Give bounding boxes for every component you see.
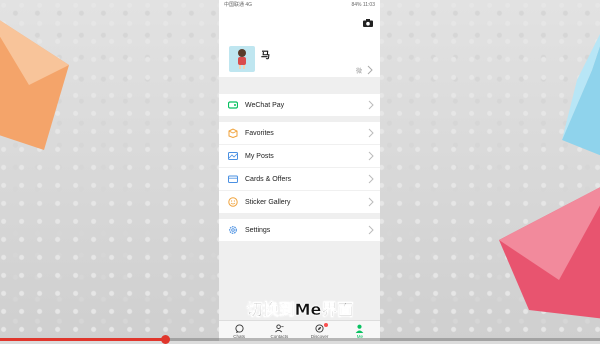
avatar[interactable] — [229, 46, 255, 72]
chevron-right-icon — [367, 65, 373, 75]
menu-item-label: Sticker Gallery — [245, 198, 291, 206]
menu-item-sticker-gallery[interactable]: Sticker Gallery — [219, 191, 380, 213]
chevron-right-icon — [368, 225, 374, 235]
settings-group: Settings — [219, 219, 380, 241]
notification-dot — [323, 322, 328, 327]
decorative-paper-orange — [0, 20, 69, 150]
menu-item-label: Settings — [245, 226, 271, 234]
me-icon — [356, 324, 364, 333]
avatar-figure-icon — [238, 49, 246, 69]
my-posts-icon — [227, 150, 239, 162]
decorative-paper-pink — [499, 187, 600, 319]
menu-item-cards-offers[interactable]: Cards & Offers — [219, 168, 380, 191]
menu-item-label: WeChat Pay — [245, 101, 285, 109]
video-progress-knob[interactable] — [160, 335, 170, 344]
menu-item-label: My Posts — [245, 152, 274, 160]
gear-icon — [227, 224, 239, 236]
menu-item-label: Cards & Offers — [245, 175, 292, 183]
menu-item-label: Favorites — [245, 129, 274, 137]
sticker-gallery-icon — [227, 196, 239, 208]
status-bar: 中国联通 4G 84% 11:03 — [219, 0, 380, 9]
chevron-right-icon — [368, 128, 374, 138]
menu-item-settings[interactable]: Settings — [219, 219, 380, 241]
chevron-right-icon — [368, 174, 374, 184]
contacts-icon — [274, 323, 284, 332]
carrier-text: 中国联通 4G — [224, 2, 253, 8]
menu-item-favorites[interactable]: Favorites — [219, 122, 380, 145]
menu-item-my-posts[interactable]: My Posts — [219, 145, 380, 168]
video-caption: 切换到Me界面 — [246, 300, 354, 320]
profile-name: 马 — [261, 50, 271, 60]
menu-item-wechat-pay[interactable]: WeChat Pay — [219, 94, 380, 116]
chevron-right-icon — [368, 197, 374, 207]
chevron-right-icon — [368, 100, 374, 110]
tab-contacts[interactable]: Contacts — [261, 323, 297, 339]
profile-header[interactable]: 马 微 — [219, 9, 380, 77]
phone-screen: 中国联通 4G 84% 11:03 马 微 WeChat Pay Favorit… — [219, 0, 380, 341]
wechat-pay-icon — [227, 99, 239, 111]
decorative-paper-blue — [562, 34, 600, 156]
chevron-right-icon — [368, 151, 374, 161]
features-group: Favorites My Posts Cards & Offers Sticke… — [219, 122, 380, 213]
tab-me[interactable]: Me — [342, 324, 378, 339]
camera-icon[interactable] — [363, 19, 373, 27]
favorites-icon — [227, 127, 239, 139]
tab-discover[interactable]: Discover — [302, 322, 338, 339]
battery-time-text: 84% 11:03 — [351, 1, 375, 8]
tab-chats[interactable]: Chats — [221, 323, 257, 339]
qr-label: 微 — [355, 68, 362, 75]
chats-icon — [235, 323, 244, 333]
pay-group: WeChat Pay — [219, 94, 380, 116]
profile-qr-link[interactable]: 微 — [356, 65, 374, 75]
cards-offers-icon — [227, 173, 239, 185]
compass-icon — [315, 323, 324, 333]
